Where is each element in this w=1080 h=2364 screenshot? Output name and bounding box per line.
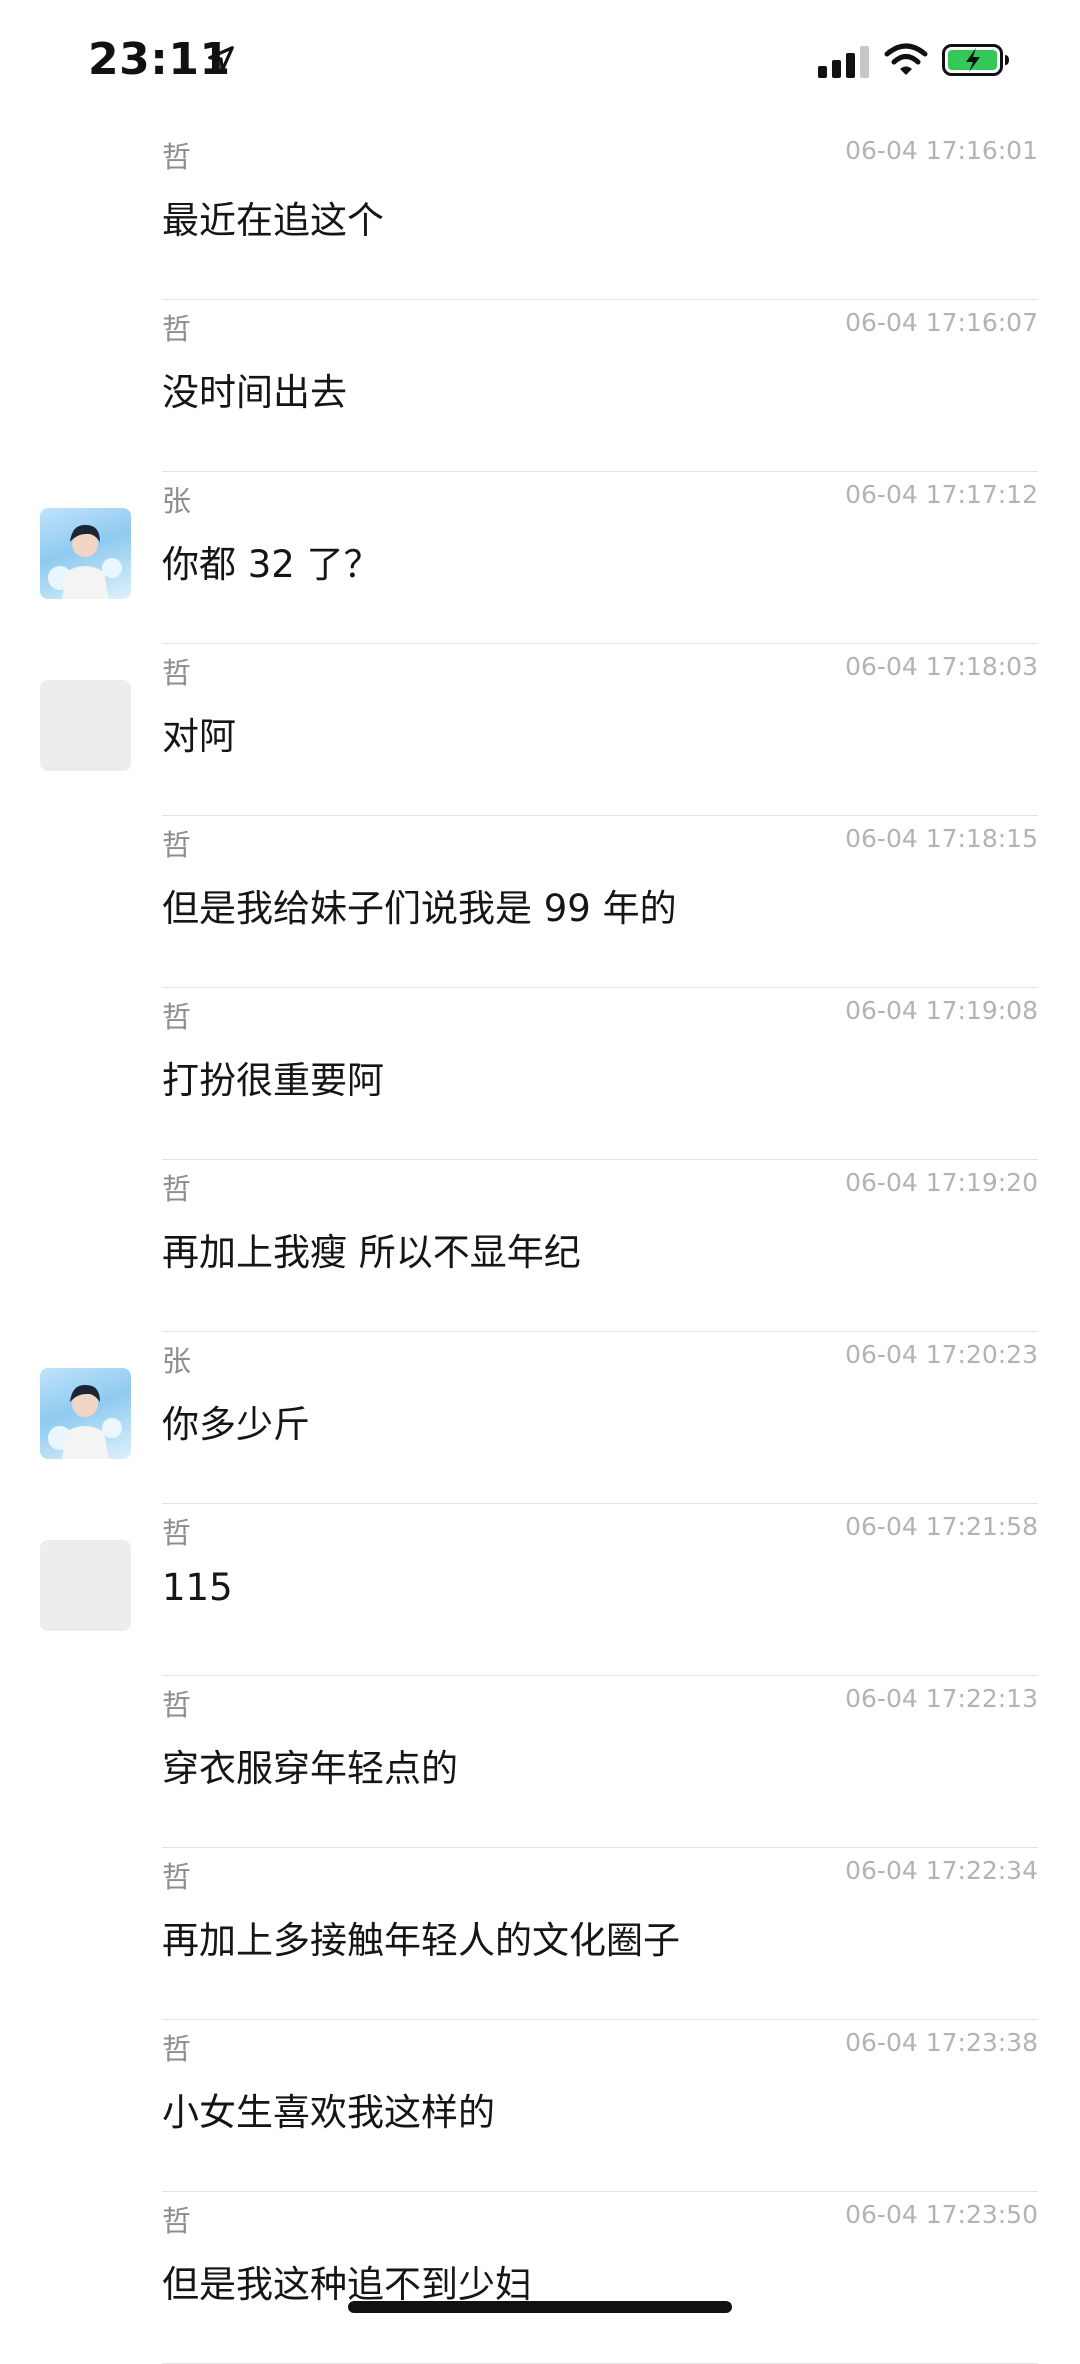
message-row[interactable]: 哲 06-04 17:16:01 最近在追这个 bbox=[0, 128, 1080, 300]
message-timestamp: 06-04 17:19:20 bbox=[845, 1168, 1038, 1197]
message-text[interactable]: 小女生喜欢我这样的 bbox=[162, 2082, 495, 2136]
message-row[interactable]: 哲 06-04 17:21:58 115 bbox=[0, 1504, 1080, 1676]
avatar[interactable] bbox=[40, 508, 131, 599]
message-text[interactable]: 你都 32 了？ bbox=[162, 534, 381, 588]
sender-name: 哲 bbox=[162, 1000, 192, 1034]
message-timestamp: 06-04 17:22:34 bbox=[845, 1856, 1038, 1885]
sender-name: 哲 bbox=[162, 828, 192, 862]
message-text[interactable]: 115 bbox=[162, 1566, 233, 1609]
message-text[interactable]: 没时间出去 bbox=[162, 362, 347, 416]
sender-name: 哲 bbox=[162, 1860, 192, 1894]
cellular-signal-icon bbox=[818, 46, 869, 78]
message-timestamp: 06-04 17:18:15 bbox=[845, 824, 1038, 853]
sender-name: 哲 bbox=[162, 2204, 192, 2238]
sender-name: 哲 bbox=[162, 140, 192, 174]
message-row[interactable]: 哲 06-04 17:23:50 但是我这种追不到少妇 bbox=[0, 2192, 1080, 2364]
message-text[interactable]: 但是我这种追不到少妇 bbox=[162, 2254, 532, 2308]
message-text[interactable]: 再加上我瘦 所以不显年纪 bbox=[162, 1222, 581, 1276]
message-text[interactable]: 对阿 bbox=[162, 706, 236, 760]
message-timestamp: 06-04 17:16:01 bbox=[845, 136, 1038, 165]
message-timestamp: 06-04 17:23:38 bbox=[845, 2028, 1038, 2057]
sender-name: 哲 bbox=[162, 656, 192, 690]
message-timestamp: 06-04 17:18:03 bbox=[845, 652, 1038, 681]
status-bar: 23:11 bbox=[0, 0, 1080, 120]
sender-name: 张 bbox=[162, 1344, 192, 1378]
message-timestamp: 06-04 17:19:08 bbox=[845, 996, 1038, 1025]
home-indicator bbox=[348, 2301, 732, 2313]
message-row[interactable]: 哲 06-04 17:18:03 对阿 bbox=[0, 644, 1080, 816]
message-row[interactable]: 张 06-04 17:20:23 你多少斤 bbox=[0, 1332, 1080, 1504]
message-text[interactable]: 你多少斤 bbox=[162, 1394, 310, 1448]
avatar[interactable] bbox=[40, 680, 131, 771]
message-row[interactable]: 张 06-04 17:17:12 你都 32 了？ bbox=[0, 472, 1080, 644]
message-timestamp: 06-04 17:23:50 bbox=[845, 2200, 1038, 2229]
message-timestamp: 06-04 17:21:58 bbox=[845, 1512, 1038, 1541]
message-timestamp: 06-04 17:17:12 bbox=[845, 480, 1038, 509]
message-text[interactable]: 打扮很重要阿 bbox=[162, 1050, 384, 1104]
message-list[interactable]: 哲 06-04 17:16:01 最近在追这个哲 06-04 17:16:07 没时间出… bbox=[0, 128, 1080, 2364]
message-timestamp: 06-04 17:16:07 bbox=[845, 308, 1038, 337]
message-row[interactable]: 哲 06-04 17:19:08 打扮很重要阿 bbox=[0, 988, 1080, 1160]
avatar[interactable] bbox=[40, 1540, 131, 1631]
sender-name: 哲 bbox=[162, 1688, 192, 1722]
sender-name: 哲 bbox=[162, 1516, 192, 1550]
location-arrow-icon bbox=[208, 46, 234, 72]
battery-charging-icon bbox=[942, 44, 1009, 76]
avatar[interactable] bbox=[40, 1368, 131, 1459]
message-row[interactable]: 哲 06-04 17:23:38 小女生喜欢我这样的 bbox=[0, 2020, 1080, 2192]
sender-name: 张 bbox=[162, 484, 192, 518]
message-text[interactable]: 最近在追这个 bbox=[162, 190, 384, 244]
message-text[interactable]: 穿衣服穿年轻点的 bbox=[162, 1738, 458, 1792]
message-timestamp: 06-04 17:22:13 bbox=[845, 1684, 1038, 1713]
message-timestamp: 06-04 17:20:23 bbox=[845, 1340, 1038, 1369]
sender-name: 哲 bbox=[162, 312, 192, 346]
message-row[interactable]: 哲 06-04 17:19:20 再加上我瘦 所以不显年纪 bbox=[0, 1160, 1080, 1332]
message-row[interactable]: 哲 06-04 17:18:15 但是我给妹子们说我是 99 年的 bbox=[0, 816, 1080, 988]
message-row[interactable]: 哲 06-04 17:22:13 穿衣服穿年轻点的 bbox=[0, 1676, 1080, 1848]
sender-name: 哲 bbox=[162, 2032, 192, 2066]
wifi-icon bbox=[884, 43, 928, 75]
sender-name: 哲 bbox=[162, 1172, 192, 1206]
message-text[interactable]: 但是我给妹子们说我是 99 年的 bbox=[162, 878, 677, 932]
message-text[interactable]: 再加上多接触年轻人的文化圈子 bbox=[162, 1910, 680, 1964]
message-row[interactable]: 哲 06-04 17:22:34 再加上多接触年轻人的文化圈子 bbox=[0, 1848, 1080, 2020]
message-row[interactable]: 哲 06-04 17:16:07 没时间出去 bbox=[0, 300, 1080, 472]
